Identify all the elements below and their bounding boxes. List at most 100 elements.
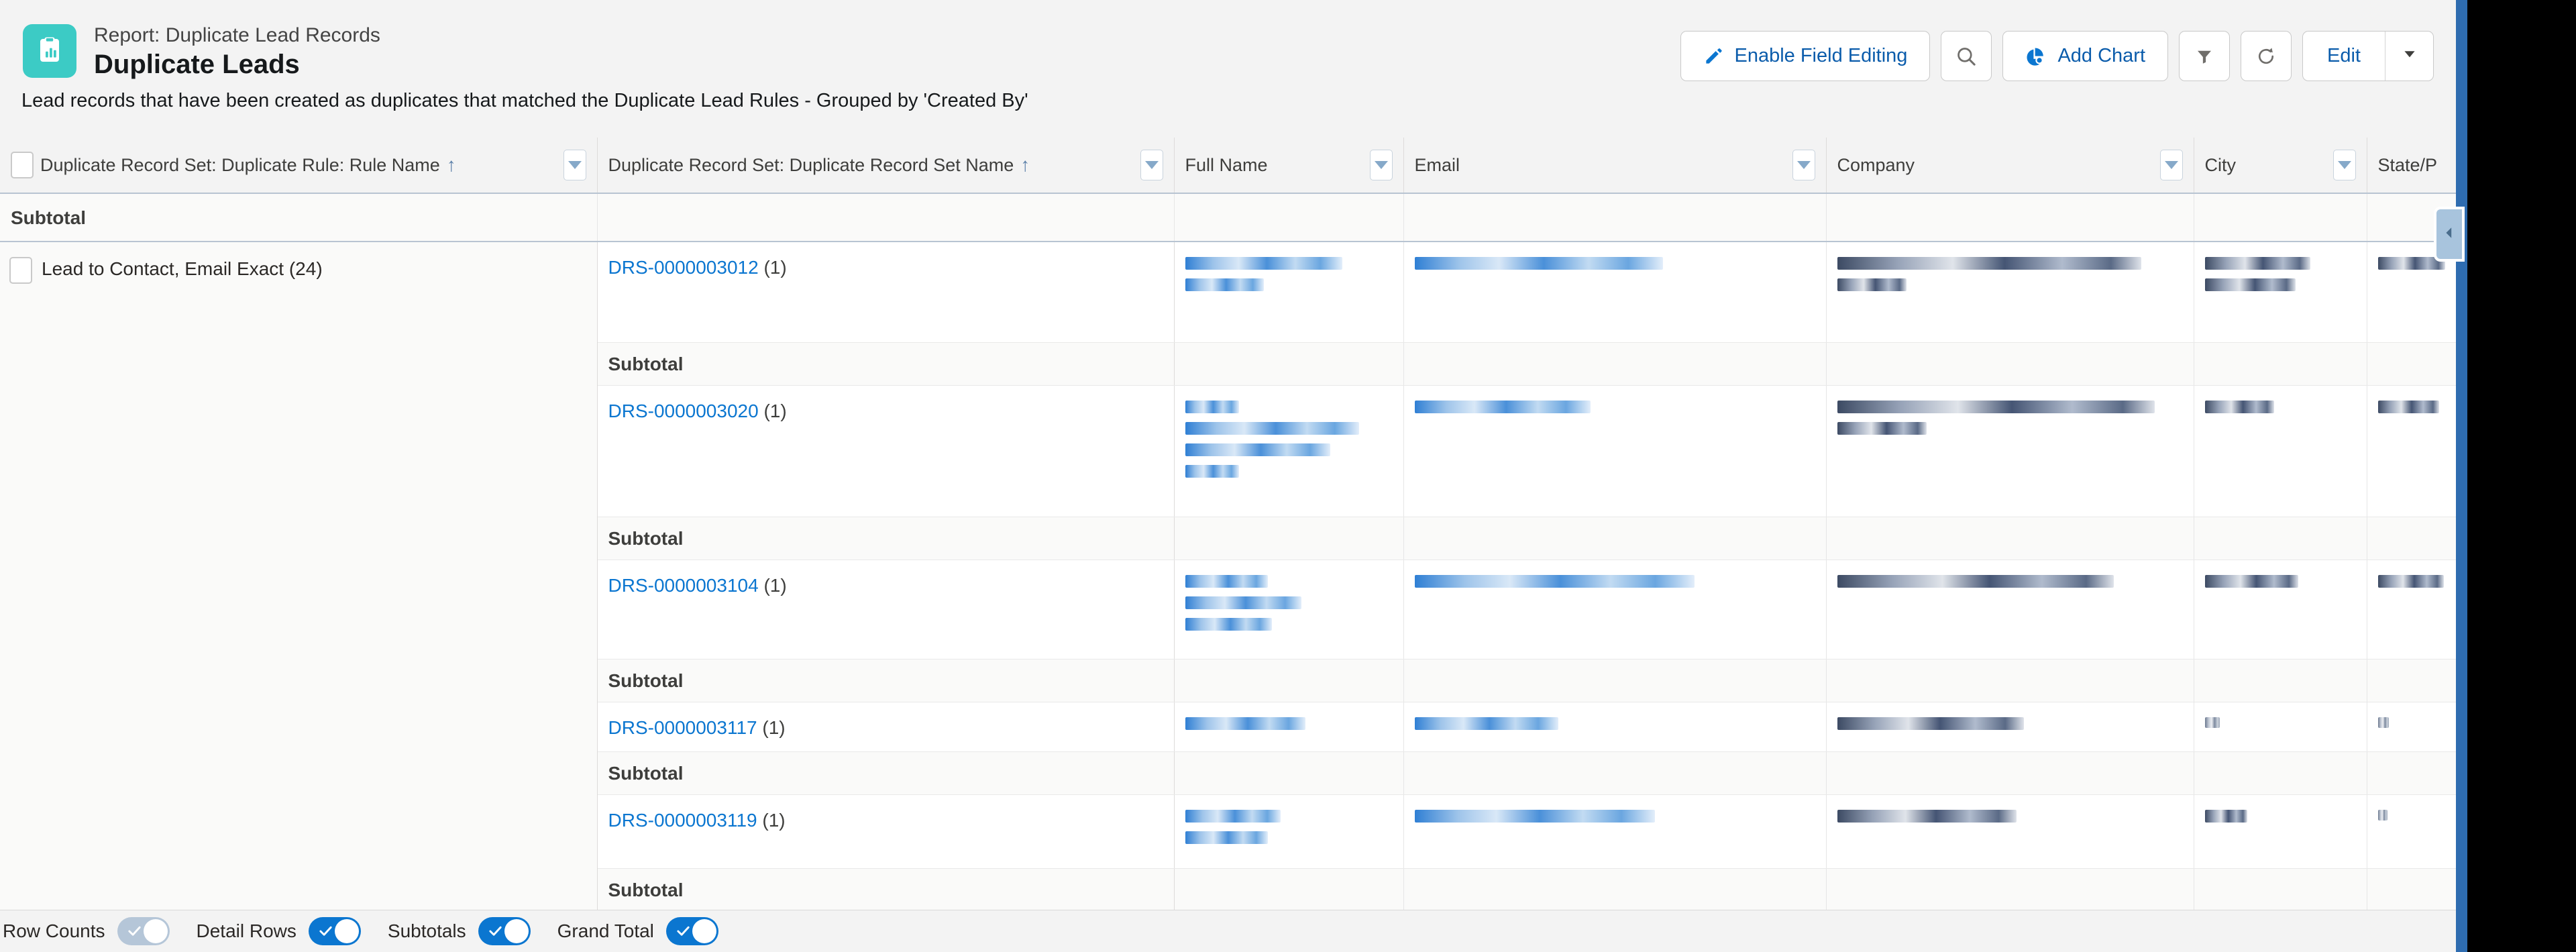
record-set-cell: DRS-0000003119 (1) <box>597 794 1175 869</box>
edit-menu-button[interactable] <box>2385 32 2433 81</box>
full-name-cell <box>1174 385 1404 517</box>
column-label: Full Name <box>1185 154 1268 175</box>
record-set-cell: DRS-0000003020 (1) <box>597 385 1175 517</box>
city-cell <box>2194 560 2367 659</box>
record-set-cell: DRS-0000003012 (1) <box>597 242 1175 343</box>
sort-ascending-icon: ↑ <box>446 154 456 175</box>
search-button[interactable] <box>1941 31 1992 81</box>
report-table-container[interactable]: Duplicate Record Set: Duplicate Rule: Ru… <box>0 138 2467 910</box>
subtotal-cell <box>1403 751 1827 795</box>
chevron-down-icon <box>2401 45 2418 68</box>
record-set-count: (1) <box>763 574 787 596</box>
redacted-value <box>2204 400 2356 413</box>
email-cell <box>1403 794 1827 869</box>
subtotal-cell <box>2194 517 2367 560</box>
full-name-cell <box>1174 560 1404 659</box>
subtotal-cell <box>1826 868 2194 910</box>
record-set-link[interactable]: DRS-0000003117 <box>608 717 757 738</box>
email-cell <box>1403 242 1827 343</box>
subtotals-switch[interactable] <box>478 917 531 945</box>
redacted-value <box>2204 809 2356 823</box>
toggle-label: Grand Total <box>557 920 654 941</box>
add-chart-label: Add Chart <box>2057 45 2146 66</box>
select-all-checkbox[interactable] <box>11 152 34 178</box>
column-header-rule-name[interactable]: Duplicate Record Set: Duplicate Rule: Ru… <box>0 138 598 194</box>
state-cell <box>2367 702 2467 752</box>
redacted-value <box>1837 574 2183 588</box>
column-menu-button[interactable] <box>1369 150 1393 180</box>
redacted-value <box>1185 400 1393 478</box>
column-menu-button[interactable] <box>1792 150 1815 180</box>
column-menu-button[interactable] <box>1140 150 1163 180</box>
redacted-value <box>1837 809 2183 823</box>
toggle-label: Detail Rows <box>196 920 297 941</box>
filter-button[interactable] <box>2179 31 2231 81</box>
report-clipboard-chart-icon <box>23 24 76 78</box>
refresh-button[interactable] <box>2241 31 2292 81</box>
column-header-company[interactable]: Company <box>1826 138 2194 194</box>
grand-subtotal-cell <box>1174 193 1404 242</box>
add-chart-button[interactable]: Add Chart <box>2002 31 2169 81</box>
subtotal-cell <box>2367 342 2467 386</box>
email-cell <box>1403 702 1827 752</box>
column-header-full-name[interactable]: Full Name <box>1174 138 1404 194</box>
company-cell <box>1826 794 2194 869</box>
column-header-record-set-name[interactable]: Duplicate Record Set: Duplicate Record S… <box>597 138 1175 194</box>
subtotal-cell <box>2367 868 2467 910</box>
grand-subtotal-label: Subtotal <box>0 193 598 242</box>
subtotal-cell <box>1403 342 1827 386</box>
toggle-row-counts: Row Counts <box>3 917 184 945</box>
grand-subtotal-row: Subtotal <box>0 193 2467 242</box>
refresh-icon <box>2255 46 2277 67</box>
state-cell <box>2367 385 2467 517</box>
search-icon <box>1955 45 1978 68</box>
pie-chart-icon <box>2025 46 2047 67</box>
column-label: Email <box>1414 154 1460 175</box>
redacted-value <box>1414 809 1815 823</box>
row-select-checkbox[interactable] <box>9 257 32 284</box>
column-header-state-province[interactable]: State/P <box>2367 138 2467 194</box>
record-set-link[interactable]: DRS-0000003012 <box>608 257 759 278</box>
column-menu-button[interactable] <box>2159 150 2183 180</box>
page-header: Report: Duplicate Lead Records Duplicate… <box>0 0 2467 138</box>
report-app: Report: Duplicate Lead Records Duplicate… <box>0 0 2467 952</box>
column-label: Duplicate Record Set: Duplicate Record S… <box>608 154 1014 175</box>
table-header-row: Duplicate Record Set: Duplicate Rule: Ru… <box>0 138 2467 194</box>
column-menu-button[interactable] <box>563 150 586 180</box>
subtotal-cell <box>2194 751 2367 795</box>
column-menu-button[interactable] <box>2332 150 2356 180</box>
subtotal-label: Subtotal <box>597 868 1175 910</box>
record-set-count: (1) <box>762 717 786 738</box>
column-header-city[interactable]: City <box>2194 138 2367 194</box>
enable-field-editing-button[interactable]: Enable Field Editing <box>1680 31 1931 81</box>
redacted-value <box>1837 717 2183 730</box>
right-panel-rail[interactable] <box>2456 0 2467 952</box>
group-label: Lead to Contact, Email Exact (24) <box>42 258 323 279</box>
collapse-panel-button[interactable] <box>2434 207 2465 262</box>
column-label: Duplicate Record Set: Duplicate Rule: Ru… <box>40 154 440 175</box>
record-set-link[interactable]: DRS-0000003104 <box>608 575 759 596</box>
redacted-value <box>2204 574 2356 588</box>
chevron-left-icon <box>2442 223 2457 246</box>
title-block: Report: Duplicate Lead Records Duplicate… <box>94 23 380 81</box>
table-row: Lead to Contact, Email Exact (24) DRS-00… <box>0 242 2467 910</box>
edit-button[interactable]: Edit <box>2303 32 2385 81</box>
email-cell <box>1403 560 1827 659</box>
subtotal-cell <box>2194 868 2367 910</box>
row-counts-switch[interactable] <box>117 917 170 945</box>
subtotal-cell <box>1174 517 1404 560</box>
subtotal-cell <box>1174 868 1404 910</box>
toggle-detail-rows: Detail Rows <box>197 917 376 945</box>
redacted-value <box>1837 400 2183 435</box>
subtotal-cell <box>1174 751 1404 795</box>
detail-rows-switch[interactable] <box>308 917 361 945</box>
edit-split-button[interactable]: Edit <box>2302 31 2434 81</box>
record-set-link[interactable]: DRS-0000003119 <box>608 810 757 831</box>
grand-total-switch[interactable] <box>665 917 718 945</box>
column-header-email[interactable]: Email <box>1403 138 1827 194</box>
group-header-cell[interactable]: Lead to Contact, Email Exact (24) <box>0 242 598 910</box>
record-set-link[interactable]: DRS-0000003020 <box>608 401 759 421</box>
subtotal-cell <box>1826 517 2194 560</box>
record-set-count: (1) <box>762 809 786 831</box>
sort-ascending-icon: ↑ <box>1020 154 1030 175</box>
